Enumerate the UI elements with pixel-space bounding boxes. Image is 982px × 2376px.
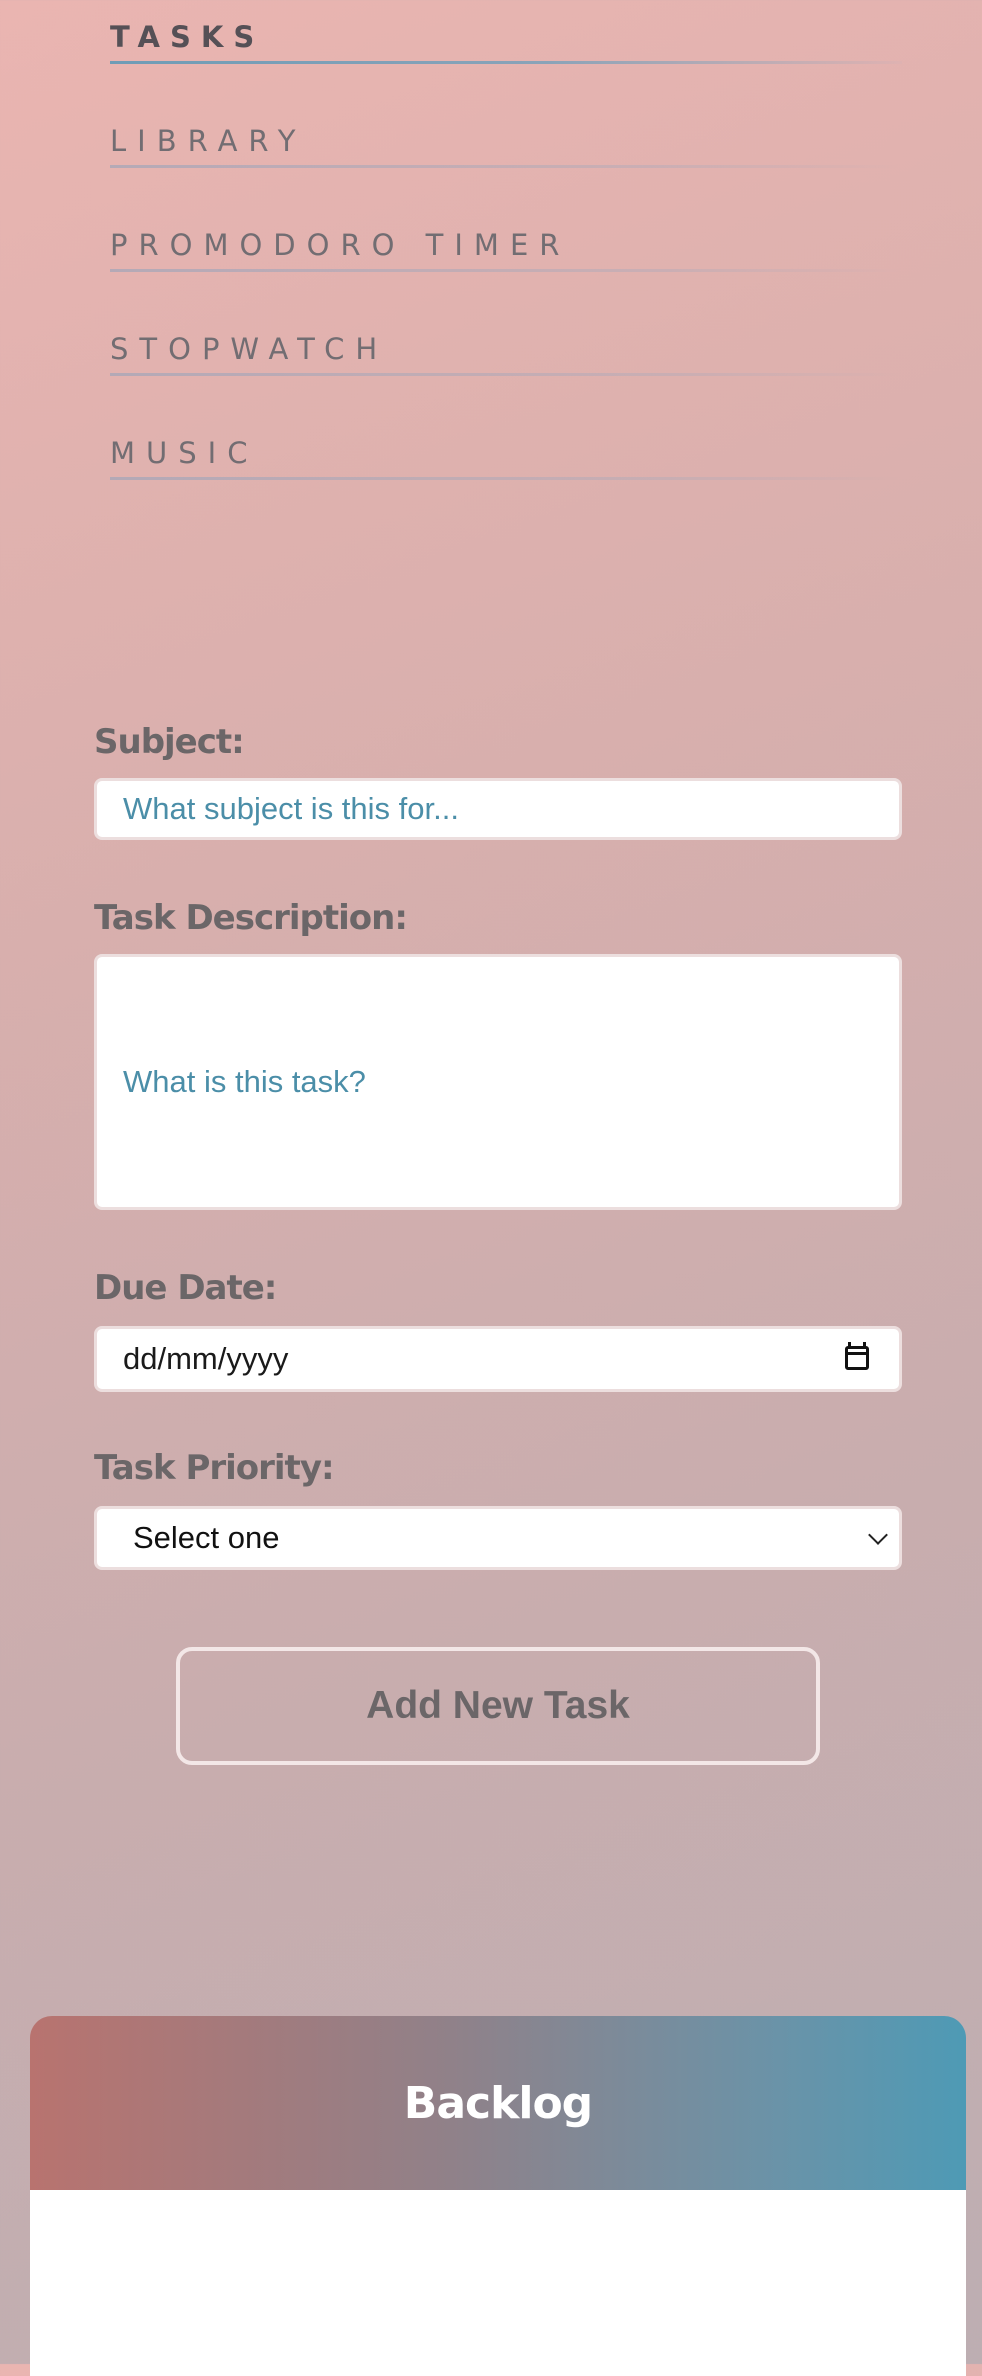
due-date-value: dd/mm/yyyy (123, 1341, 289, 1376)
task-description-placeholder: What is this task? (123, 1064, 366, 1099)
nav-item-label: MUSIC (110, 436, 259, 470)
nav-item-label: PROMODORO TIMER (110, 228, 571, 262)
backlog-header: Backlog (30, 2016, 966, 2190)
chevron-down-icon (868, 1525, 888, 1545)
nav-underline (110, 477, 902, 480)
backlog-panel: Backlog (30, 2016, 966, 2376)
backlog-list (30, 2190, 966, 2376)
subject-input[interactable]: What subject is this for... (94, 778, 902, 840)
subject-label: Subject: (94, 722, 245, 762)
nav-item-promodoro-timer[interactable]: PROMODORO TIMER (110, 208, 902, 272)
nav-item-label: STOPWATCH (110, 332, 389, 366)
nav-item-tasks[interactable]: TASKS (110, 0, 902, 64)
nav-item-label: LIBRARY (110, 124, 307, 158)
add-new-task-button[interactable]: Add New Task (176, 1647, 820, 1765)
task-priority-selected: Select one (133, 1520, 280, 1555)
calendar-icon[interactable] (845, 1342, 869, 1370)
due-date-input[interactable]: dd/mm/yyyy (94, 1326, 902, 1392)
task-priority-label: Task Priority: (94, 1448, 335, 1488)
nav-item-stopwatch[interactable]: STOPWATCH (110, 312, 902, 376)
nav-item-label: TASKS (110, 20, 265, 54)
nav-underline (110, 269, 902, 272)
nav-underline (110, 373, 902, 376)
nav-underline (110, 165, 902, 168)
due-date-label: Due Date: (94, 1268, 277, 1308)
task-description-textarea[interactable]: What is this task? (94, 954, 902, 1210)
nav-underline (110, 61, 902, 64)
subject-placeholder: What subject is this for... (123, 791, 459, 826)
task-description-label: Task Description: (94, 898, 408, 938)
task-priority-select[interactable]: Select one (94, 1506, 902, 1570)
nav-item-library[interactable]: LIBRARY (110, 104, 902, 168)
backlog-title: Backlog (403, 2077, 593, 2129)
nav-item-music[interactable]: MUSIC (110, 416, 902, 480)
